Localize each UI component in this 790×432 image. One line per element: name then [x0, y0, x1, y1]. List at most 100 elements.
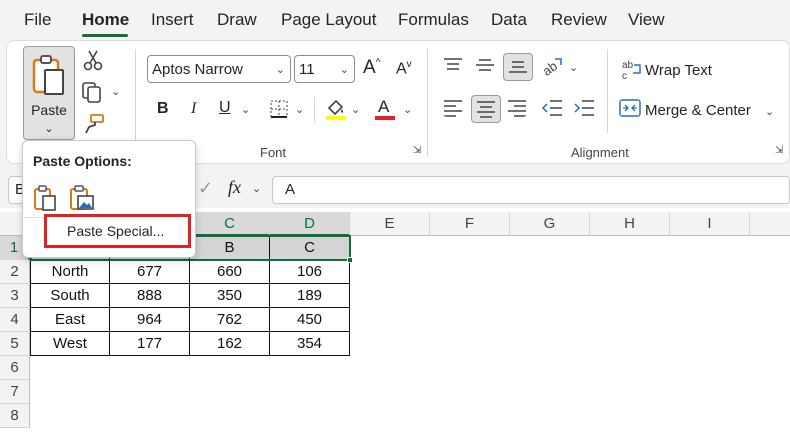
tab-formulas[interactable]: Formulas	[398, 10, 469, 30]
cell-d1[interactable]: C	[270, 236, 350, 260]
wrap-text-button[interactable]: Wrap Text	[645, 62, 712, 79]
font-color-swatch	[375, 116, 395, 120]
row-header-3[interactable]: 3	[0, 284, 30, 308]
tab-home[interactable]: Home	[82, 10, 129, 30]
insert-function-button[interactable]: fx	[228, 177, 241, 198]
align-bottom-button[interactable]	[503, 53, 533, 81]
fill-handle[interactable]	[347, 257, 353, 263]
decrease-indent-icon[interactable]	[541, 99, 563, 117]
formula-input[interactable]: A	[272, 176, 790, 204]
table-cell[interactable]: South	[30, 284, 110, 308]
highlight-swatch	[326, 116, 346, 120]
align-left-icon[interactable]	[443, 99, 463, 117]
table-cell[interactable]: 677	[110, 260, 190, 284]
cell-c1[interactable]: B	[190, 236, 270, 260]
font-dialog-launcher-icon[interactable]: ⇲	[413, 145, 421, 156]
column-header-i[interactable]: I	[670, 212, 750, 236]
align-center-button[interactable]	[471, 95, 501, 123]
table-cell[interactable]: 450	[270, 308, 350, 332]
align-right-icon[interactable]	[507, 99, 527, 117]
copy-icon[interactable]	[81, 81, 105, 103]
font-color-button[interactable]: A	[375, 97, 395, 121]
tab-draw[interactable]: Draw	[217, 10, 257, 30]
increase-indent-icon[interactable]	[573, 99, 595, 117]
table-cell[interactable]: 106	[270, 260, 350, 284]
table-cell[interactable]: West	[30, 332, 110, 356]
fill-color-icon[interactable]	[325, 97, 347, 121]
column-header-c[interactable]: C	[190, 212, 270, 236]
table-cell[interactable]: 350	[190, 284, 270, 308]
paste-button[interactable]: Paste ⌄	[23, 46, 75, 140]
merge-center-icon[interactable]	[619, 99, 641, 117]
tab-page-layout[interactable]: Page Layout	[281, 10, 376, 30]
tab-data[interactable]: Data	[491, 10, 527, 30]
table-cell[interactable]: 162	[190, 332, 270, 356]
column-header-j[interactable]	[750, 212, 790, 236]
check-icon[interactable]: ✓	[198, 178, 213, 199]
tab-file[interactable]: File	[24, 10, 51, 30]
row-header-7[interactable]: 7	[0, 380, 30, 404]
align-top-icon[interactable]	[443, 57, 463, 73]
orientation-chevron-down-icon[interactable]: ⌄	[569, 61, 578, 74]
table-cell[interactable]: 177	[110, 332, 190, 356]
merge-chevron-down-icon[interactable]: ⌄	[765, 105, 774, 118]
table-cell[interactable]: 762	[190, 308, 270, 332]
merge-center-button[interactable]: Merge & Center	[645, 102, 751, 119]
column-header-d[interactable]: D	[270, 212, 350, 236]
row-header-2[interactable]: 2	[0, 260, 30, 284]
italic-button[interactable]: I	[191, 100, 196, 118]
wrap-text-icon[interactable]: ab c	[621, 59, 643, 81]
orientation-icon[interactable]: ab	[541, 55, 565, 77]
separator	[314, 97, 315, 123]
paste-special-menu-item[interactable]: Paste Special...	[44, 214, 191, 248]
svg-text:ab: ab	[541, 58, 560, 77]
borders-chevron-down-icon[interactable]: ⌄	[295, 103, 304, 116]
format-painter-icon[interactable]	[83, 113, 105, 135]
alignment-dialog-launcher-icon[interactable]: ⇲	[775, 145, 783, 156]
scissors-icon[interactable]	[83, 49, 103, 71]
alignment-group-label: Alignment	[571, 145, 629, 160]
clipboard-icon	[32, 54, 64, 95]
svg-text:ab: ab	[622, 60, 634, 71]
borders-icon[interactable]	[269, 99, 289, 119]
table-cell[interactable]: 354	[270, 332, 350, 356]
table-cell[interactable]: East	[30, 308, 110, 332]
menu-bar: File Home Insert Draw Page Layout Formul…	[0, 0, 790, 40]
chevron-down-icon: ⌄	[339, 64, 349, 76]
fill-color-chevron-down-icon[interactable]: ⌄	[351, 103, 360, 116]
copy-chevron-down-icon[interactable]: ⌄	[111, 85, 120, 98]
chevron-down-icon: ⌄	[275, 64, 285, 76]
column-header-e[interactable]: E	[350, 212, 430, 236]
align-bottom-icon	[509, 61, 527, 73]
table-cell[interactable]: 888	[110, 284, 190, 308]
underline-chevron-down-icon[interactable]: ⌄	[241, 103, 250, 116]
column-header-h[interactable]: H	[590, 212, 670, 236]
table-cell[interactable]: North	[30, 260, 110, 284]
font-size-select[interactable]: 11 ⌄	[294, 55, 355, 83]
table-cell[interactable]: 964	[110, 308, 190, 332]
increase-font-size-icon[interactable]: A^	[363, 57, 380, 79]
function-chevron-down-icon[interactable]: ⌄	[252, 182, 261, 195]
align-middle-icon[interactable]	[475, 57, 495, 73]
font-name-select[interactable]: Aptos Narrow ⌄	[147, 55, 291, 83]
row-header-5[interactable]: 5	[0, 332, 30, 356]
tab-insert[interactable]: Insert	[151, 10, 194, 30]
paste-icon[interactable]	[33, 185, 57, 211]
row-header-8[interactable]: 8	[0, 404, 30, 428]
column-header-f[interactable]: F	[430, 212, 510, 236]
bold-button[interactable]: B	[157, 100, 169, 118]
paste-picture-icon[interactable]	[69, 185, 95, 211]
chevron-down-icon: ⌄	[44, 122, 54, 135]
tab-review[interactable]: Review	[551, 10, 607, 30]
tab-view[interactable]: View	[628, 10, 665, 30]
underline-button[interactable]: U	[219, 99, 231, 117]
table-cell[interactable]: 189	[270, 284, 350, 308]
font-group-label: Font	[260, 145, 287, 160]
table-cell[interactable]: 660	[190, 260, 270, 284]
font-color-chevron-down-icon[interactable]: ⌄	[403, 103, 412, 116]
decrease-font-size-icon[interactable]: Av	[396, 59, 412, 78]
column-header-g[interactable]: G	[510, 212, 590, 236]
font-size-value: 11	[299, 60, 315, 78]
row-header-4[interactable]: 4	[0, 308, 30, 332]
row-header-6[interactable]: 6	[0, 356, 30, 380]
